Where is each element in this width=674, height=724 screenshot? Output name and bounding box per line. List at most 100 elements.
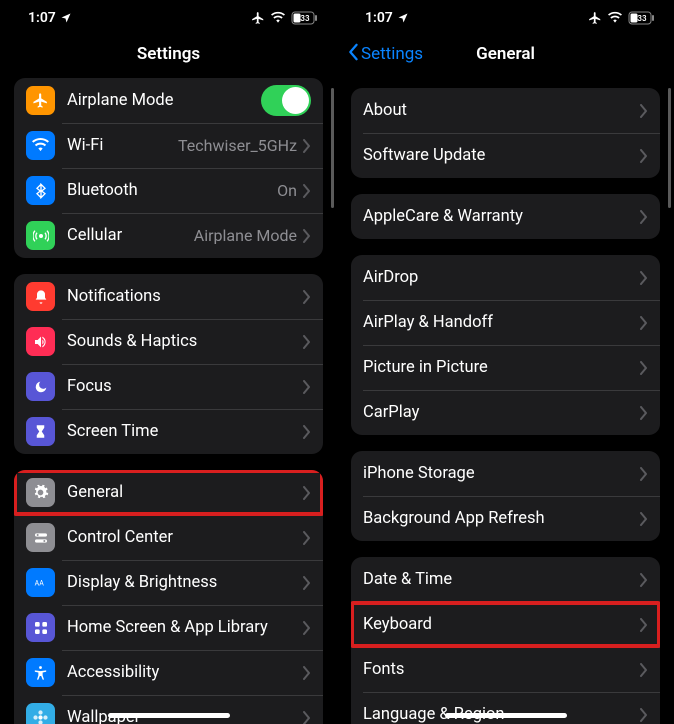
row-label: AirPlay & Handoff (363, 313, 640, 332)
chevron-right-icon (303, 576, 311, 590)
settings-row-airplay-handoff[interactable]: AirPlay & Handoff (351, 300, 660, 345)
airplane-icon (251, 11, 265, 25)
settings-group: AirDrop AirPlay & Handoff Picture in Pictu… (351, 255, 660, 435)
phone-settings: 1:07 33 Settings Airplane ModeWi-FiTechw… (0, 0, 337, 724)
settings-row-accessibility[interactable]: Accessibility (14, 650, 323, 695)
settings-row-cellular[interactable]: CellularAirplane Mode (14, 213, 323, 258)
chevron-right-icon (640, 406, 648, 420)
settings-row-language-region[interactable]: Language & Region (351, 692, 660, 724)
settings-row-keyboard[interactable]: Keyboard (351, 602, 660, 647)
switches-icon (26, 523, 55, 552)
settings-row-airdrop[interactable]: AirDrop (351, 255, 660, 300)
settings-row-sounds-haptics[interactable]: Sounds & Haptics (14, 319, 323, 364)
chevron-right-icon (640, 708, 648, 722)
row-label: Wi-Fi (67, 136, 178, 155)
home-indicator[interactable] (445, 713, 567, 718)
settings-row-software-update[interactable]: Software Update (351, 133, 660, 178)
apps-icon (26, 613, 55, 642)
chevron-right-icon (303, 290, 311, 304)
bluetooth-icon (26, 176, 55, 205)
chevron-right-icon (640, 361, 648, 375)
back-label: Settings (361, 44, 423, 64)
phone-general: 1:07 33 Settings General About (337, 0, 674, 724)
row-label: Keyboard (363, 615, 640, 634)
status-time: 1:07 (365, 10, 393, 26)
settings-row-background-app-refresh[interactable]: Background App Refresh (351, 496, 660, 541)
settings-row-applecare-warranty[interactable]: AppleCare & Warranty (351, 194, 660, 239)
settings-row-iphone-storage[interactable]: iPhone Storage (351, 451, 660, 496)
chevron-right-icon (303, 425, 311, 439)
settings-row-date-time[interactable]: Date & Time (351, 557, 660, 602)
chevron-right-icon (640, 467, 648, 481)
chevron-right-icon (640, 210, 648, 224)
row-label: Accessibility (67, 663, 303, 682)
settings-row-picture-in-picture[interactable]: Picture in Picture (351, 345, 660, 390)
settings-group: Notifications Sounds & Haptics Focus Screen… (14, 274, 323, 454)
cellular-icon (26, 221, 55, 250)
chevron-right-icon (303, 621, 311, 635)
chevron-right-icon (303, 531, 311, 545)
chevron-right-icon (303, 139, 311, 153)
settings-row-screen-time[interactable]: Screen Time (14, 409, 323, 454)
chevron-right-icon (640, 512, 648, 526)
row-label: iPhone Storage (363, 464, 640, 483)
home-indicator[interactable] (108, 713, 230, 718)
chevron-right-icon (640, 663, 648, 677)
row-label: Fonts (363, 660, 640, 679)
status-time: 1:07 (28, 10, 56, 26)
settings-content[interactable]: Airplane ModeWi-FiTechwiser_5GHzBluetoot… (0, 72, 337, 724)
scroll-indicator[interactable] (668, 88, 671, 208)
settings-row-display-brightness[interactable]: AADisplay & Brightness (14, 560, 323, 605)
row-label: Screen Time (67, 422, 303, 441)
row-label: Display & Brightness (67, 573, 303, 592)
row-detail: Airplane Mode (194, 226, 297, 245)
accessibility-icon (26, 658, 55, 687)
settings-row-fonts[interactable]: Fonts (351, 647, 660, 692)
toggle-switch[interactable] (261, 85, 311, 116)
chevron-left-icon (347, 43, 359, 66)
general-content[interactable]: AboutSoftware Update AppleCare & Warranty… (337, 72, 674, 724)
location-icon (60, 12, 72, 24)
bell-icon (26, 282, 55, 311)
scroll-indicator[interactable] (331, 88, 334, 208)
settings-row-airplane-mode[interactable]: Airplane Mode (14, 78, 323, 123)
settings-group: GeneralControl CenterAADisplay & Brightn… (14, 470, 323, 724)
settings-row-general[interactable]: General (14, 470, 323, 515)
wifi-icon (270, 11, 286, 25)
settings-row-wallpaper[interactable]: Wallpaper (14, 695, 323, 724)
settings-row-notifications[interactable]: Notifications (14, 274, 323, 319)
settings-group: Airplane ModeWi-FiTechwiser_5GHzBluetoot… (14, 78, 323, 258)
settings-row-bluetooth[interactable]: BluetoothOn (14, 168, 323, 213)
chevron-right-icon (303, 335, 311, 349)
row-label: Sounds & Haptics (67, 332, 303, 351)
settings-row-carplay[interactable]: CarPlay (351, 390, 660, 435)
row-label: Notifications (67, 287, 303, 306)
battery-icon: 33 (291, 11, 319, 25)
settings-group: AppleCare & Warranty (351, 194, 660, 239)
wifi-icon (26, 131, 55, 160)
settings-row-control-center[interactable]: Control Center (14, 515, 323, 560)
settings-row-focus[interactable]: Focus (14, 364, 323, 409)
row-label: AppleCare & Warranty (363, 207, 640, 226)
airplane-icon (26, 86, 55, 115)
row-label: Date & Time (363, 570, 640, 589)
chevron-right-icon (640, 316, 648, 330)
settings-row-about[interactable]: About (351, 88, 660, 133)
flower-icon (26, 703, 55, 724)
row-detail: On (277, 181, 297, 200)
row-label: Picture in Picture (363, 358, 640, 377)
nav-header: Settings (0, 36, 337, 72)
row-detail: Techwiser_5GHz (178, 136, 297, 155)
battery-icon: 33 (628, 11, 656, 25)
settings-row-wi-fi[interactable]: Wi-FiTechwiser_5GHz (14, 123, 323, 168)
settings-row-home-screen-app-library[interactable]: Home Screen & App Library (14, 605, 323, 650)
wifi-icon (607, 11, 623, 25)
speaker-icon (26, 327, 55, 356)
nav-header: Settings General (337, 36, 674, 72)
settings-group: AboutSoftware Update (351, 88, 660, 178)
airplane-icon (588, 11, 602, 25)
chevron-right-icon (303, 184, 311, 198)
chevron-right-icon (303, 486, 311, 500)
row-label: Background App Refresh (363, 509, 640, 528)
back-button[interactable]: Settings (347, 43, 423, 66)
